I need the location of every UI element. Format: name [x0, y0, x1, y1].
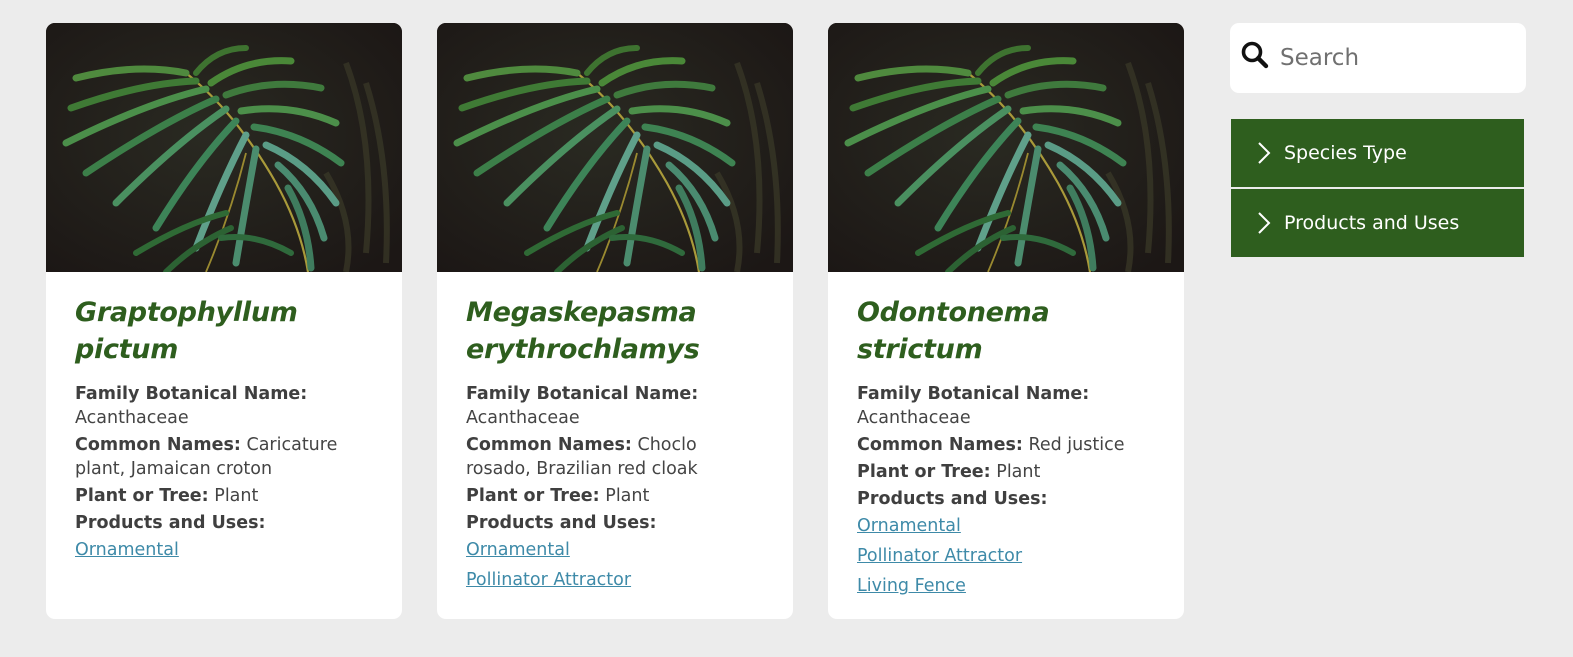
palm-leaf-image: [828, 23, 1184, 272]
search-box[interactable]: [1230, 23, 1526, 93]
uses-field: Products and Uses:: [466, 511, 764, 535]
filter-products-and-uses[interactable]: Products and Uses: [1231, 189, 1524, 257]
plant-or-tree-field: Plant or Tree: Plant: [466, 484, 764, 508]
family-value: Acanthaceae: [75, 408, 189, 428]
use-link[interactable]: Ornamental: [466, 538, 764, 562]
plant-or-tree-label: Plant or Tree:: [466, 486, 600, 506]
use-link[interactable]: Living Fence: [857, 574, 1155, 598]
uses-label: Products and Uses:: [466, 513, 657, 533]
family-value: Acanthaceae: [857, 408, 971, 428]
uses-list: Ornamental Pollinator Attractor Living Fen…: [857, 514, 1155, 598]
uses-field: Products and Uses:: [857, 487, 1155, 511]
plant-or-tree-value: Plant: [214, 486, 259, 506]
plant-or-tree-label: Plant or Tree:: [857, 462, 991, 482]
use-link[interactable]: Pollinator Attractor: [466, 568, 764, 592]
common-names-field: Common Names: Red justice: [857, 433, 1155, 457]
chevron-right-icon: [1258, 212, 1271, 234]
plant-card[interactable]: Odontonema strictum Family Botanical Nam…: [828, 23, 1184, 619]
plant-or-tree-value: Plant: [605, 486, 650, 506]
plant-card[interactable]: Megaskepasma erythrochlamys Family Botan…: [437, 23, 793, 619]
uses-list: Ornamental Pollinator Attractor: [466, 538, 764, 592]
plant-or-tree-label: Plant or Tree:: [75, 486, 209, 506]
species-name: Graptophyllum pictum: [75, 297, 298, 365]
common-names-label: Common Names:: [857, 435, 1023, 455]
common-names-field: Common Names: Choclo rosado, Brazilian r…: [466, 433, 764, 481]
uses-label: Products and Uses:: [857, 489, 1048, 509]
family-label: Family Botanical Name:: [466, 384, 699, 404]
filter-species-type[interactable]: Species Type: [1231, 119, 1524, 187]
chevron-right-icon: [1258, 142, 1271, 164]
common-names-label: Common Names:: [75, 435, 241, 455]
uses-field: Products and Uses:: [75, 511, 373, 535]
filter-label: Products and Uses: [1284, 212, 1460, 234]
card-body: Graptophyllum pictum Family Botanical Na…: [46, 272, 402, 562]
card-body: Megaskepasma erythrochlamys Family Botan…: [437, 272, 793, 592]
use-link[interactable]: Ornamental: [75, 538, 373, 562]
family-label: Family Botanical Name:: [75, 384, 308, 404]
uses-list: Ornamental: [75, 538, 373, 562]
search-icon: [1241, 41, 1269, 69]
common-names-value: Red justice: [1028, 435, 1125, 455]
filter-label: Species Type: [1284, 142, 1407, 164]
family-field: Family Botanical Name: Acanthaceae: [466, 382, 764, 430]
plant-or-tree-field: Plant or Tree: Plant: [75, 484, 373, 508]
use-link[interactable]: Pollinator Attractor: [857, 544, 1155, 568]
plant-or-tree-field: Plant or Tree: Plant: [857, 460, 1155, 484]
palm-leaf-image: [437, 23, 793, 272]
plant-card[interactable]: Graptophyllum pictum Family Botanical Na…: [46, 23, 402, 619]
card-body: Odontonema strictum Family Botanical Nam…: [828, 272, 1184, 598]
family-value: Acanthaceae: [466, 408, 580, 428]
common-names-label: Common Names:: [466, 435, 632, 455]
species-name: Odontonema strictum: [857, 297, 1050, 365]
family-field: Family Botanical Name: Acanthaceae: [857, 382, 1155, 430]
plant-or-tree-value: Plant: [996, 462, 1041, 482]
family-field: Family Botanical Name: Acanthaceae: [75, 382, 373, 430]
family-label: Family Botanical Name:: [857, 384, 1090, 404]
palm-leaf-image: [46, 23, 402, 272]
uses-label: Products and Uses:: [75, 513, 266, 533]
use-link[interactable]: Ornamental: [857, 514, 1155, 538]
species-name: Megaskepasma erythrochlamys: [466, 297, 700, 365]
common-names-field: Common Names: Caricature plant, Jamaican…: [75, 433, 373, 481]
search-input[interactable]: [1278, 37, 1512, 79]
